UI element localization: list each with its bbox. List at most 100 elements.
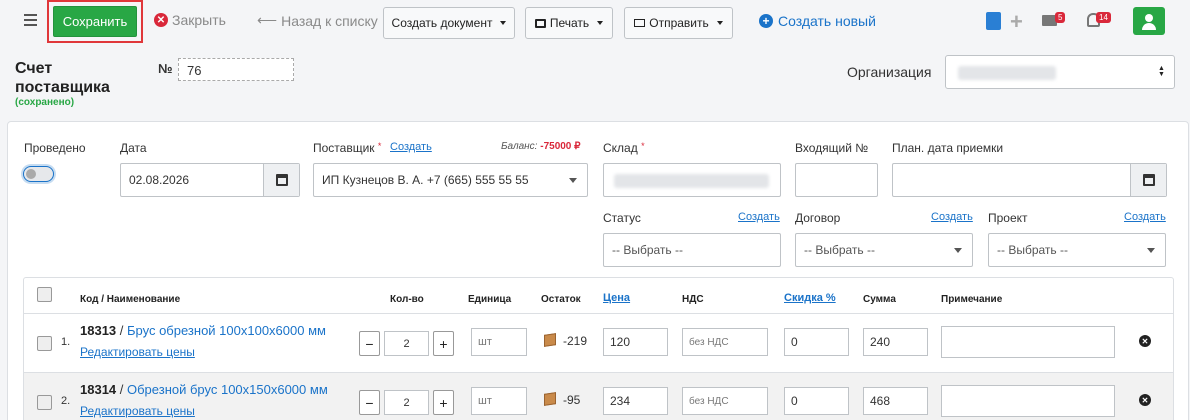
product-code: 18313 [80, 323, 117, 338]
user-button[interactable] [1133, 7, 1165, 35]
discount-input[interactable]: 0 [784, 328, 849, 356]
items-table: Код / Наименование Кол-во Единица Остато… [23, 277, 1174, 420]
box-icon [544, 392, 556, 406]
supplier-label: Поставщик * [313, 141, 382, 155]
col-header-price[interactable]: Цена [603, 292, 630, 304]
table-row: 1. 18313 / Брус обрезной 100x100x6000 мм… [24, 313, 1173, 371]
user-icon [1145, 14, 1153, 22]
x-circle-icon: ✕ [154, 13, 168, 27]
delete-row-icon[interactable]: ✕ [1139, 394, 1151, 406]
redacted-value [614, 174, 769, 188]
unit-input[interactable]: шт [471, 387, 527, 415]
stock-value: -219 [563, 334, 588, 348]
select-all-checkbox[interactable] [37, 287, 52, 302]
balance-value: -75000 ₽ [540, 141, 581, 152]
increment-button[interactable]: + [433, 390, 454, 415]
create-document-label: Создать документ [391, 16, 493, 30]
note-input[interactable] [941, 326, 1115, 358]
status-label: Статус [603, 211, 641, 225]
status-select[interactable]: -- Выбрать -- [603, 233, 781, 267]
delete-row-icon[interactable]: ✕ [1139, 335, 1151, 347]
price-input[interactable]: 234 [603, 387, 668, 415]
calculator-icon[interactable] [986, 12, 1001, 30]
top-toolbar: Сохранить ✕ Закрыть ⟵ Назад к списку Соз… [0, 0, 1190, 44]
back-to-list-button[interactable]: ⟵ Назад к списку [257, 12, 378, 29]
sum-input[interactable]: 468 [863, 387, 928, 415]
mail-count-badge: 5 [1055, 12, 1066, 23]
price-input[interactable]: 120 [603, 328, 668, 356]
envelope-icon [634, 19, 646, 27]
quantity-input[interactable]: 2 [384, 390, 429, 415]
supplier-create-link[interactable]: Создать [390, 141, 432, 153]
row-checkbox[interactable] [37, 336, 52, 351]
select-arrows-icon: ▲ ▼ [1158, 65, 1165, 78]
quantity-stepper: − 2 + [359, 331, 454, 356]
increment-button[interactable]: + [433, 331, 454, 356]
add-icon[interactable]: + [1010, 9, 1023, 35]
contract-select[interactable]: -- Выбрать -- [795, 233, 973, 267]
quantity-input[interactable]: 2 [384, 331, 429, 356]
save-button[interactable]: Сохранить [53, 6, 137, 37]
warehouse-select[interactable] [603, 163, 781, 197]
date-label: Дата [120, 141, 147, 155]
date-calendar-button[interactable] [263, 164, 299, 196]
unit-input[interactable]: шт [471, 328, 527, 356]
page-title: Счет поставщика [15, 60, 110, 96]
create-document-dropdown[interactable]: Создать документ [383, 7, 515, 39]
row-checkbox[interactable] [37, 395, 52, 410]
create-new-button[interactable]: + Создать новый [759, 13, 876, 29]
document-form-card: Проведено Дата 02.08.2026 Поставщик * Со… [7, 121, 1189, 420]
col-header-note: Примечание [941, 294, 1003, 305]
quantity-stepper: − 2 + [359, 390, 454, 415]
sum-input[interactable]: 240 [863, 328, 928, 356]
row-number: 1. [61, 336, 71, 348]
incoming-number-input[interactable] [795, 163, 878, 197]
receipt-calendar-button[interactable] [1130, 164, 1166, 196]
col-header-discount[interactable]: Скидка % [784, 292, 836, 304]
vat-select[interactable]: без НДС [682, 328, 768, 356]
hamburger-icon[interactable] [22, 12, 38, 28]
product-link[interactable]: Брус обрезной 100x100x6000 мм [127, 323, 326, 338]
discount-input[interactable]: 0 [784, 387, 849, 415]
posted-toggle[interactable] [23, 166, 54, 182]
note-input[interactable] [941, 385, 1115, 417]
print-label: Печать [549, 16, 590, 30]
calendar-icon [1142, 174, 1155, 186]
supplier-select[interactable]: ИП Кузнецов В. А. +7 (665) 555 55 55 [313, 163, 588, 197]
incoming-number-label: Входящий № [795, 141, 869, 155]
project-select[interactable]: -- Выбрать -- [988, 233, 1166, 267]
col-header-sum: Сумма [863, 294, 896, 305]
organization-label: Организация [847, 64, 932, 80]
product-name: 18313 / Брус обрезной 100x100x6000 мм [80, 323, 326, 338]
table-row: 2. 18314 / Обрезной брус 100x150x6000 мм… [24, 372, 1173, 420]
document-number-input[interactable]: 76 [178, 58, 294, 81]
decrement-button[interactable]: − [359, 390, 380, 415]
product-link[interactable]: Обрезной брус 100x150x6000 мм [127, 382, 328, 397]
plus-circle-icon: + [759, 14, 773, 28]
date-input[interactable]: 02.08.2026 [120, 163, 300, 197]
col-header-name: Код / Наименование [80, 294, 181, 305]
balance-label: Баланс: -75000 ₽ [501, 141, 581, 152]
col-header-qty: Кол-во [390, 294, 424, 305]
notification-count-badge: 14 [1096, 12, 1111, 23]
organization-select[interactable]: ▲ ▼ [945, 55, 1175, 89]
warehouse-label: Склад * [603, 141, 645, 155]
send-dropdown[interactable]: Отправить [624, 7, 733, 39]
caret-down-icon [954, 248, 962, 253]
close-button[interactable]: ✕ Закрыть [154, 12, 226, 28]
send-label: Отправить [649, 16, 709, 30]
status-create-link[interactable]: Создать [738, 211, 780, 223]
receipt-date-input[interactable] [892, 163, 1167, 197]
project-create-link[interactable]: Создать [1124, 211, 1166, 223]
create-new-label: Создать новый [778, 13, 876, 29]
col-header-unit: Единица [468, 294, 512, 305]
edit-prices-link[interactable]: Редактировать цены [80, 345, 195, 359]
edit-prices-link[interactable]: Редактировать цены [80, 404, 195, 418]
row-number: 2. [61, 395, 71, 407]
contract-create-link[interactable]: Создать [931, 211, 973, 223]
vat-select[interactable]: без НДС [682, 387, 768, 415]
decrement-button[interactable]: − [359, 331, 380, 356]
receipt-date-label: План. дата приемки [892, 141, 1004, 155]
print-dropdown[interactable]: Печать [525, 7, 613, 39]
calendar-icon [275, 174, 288, 186]
